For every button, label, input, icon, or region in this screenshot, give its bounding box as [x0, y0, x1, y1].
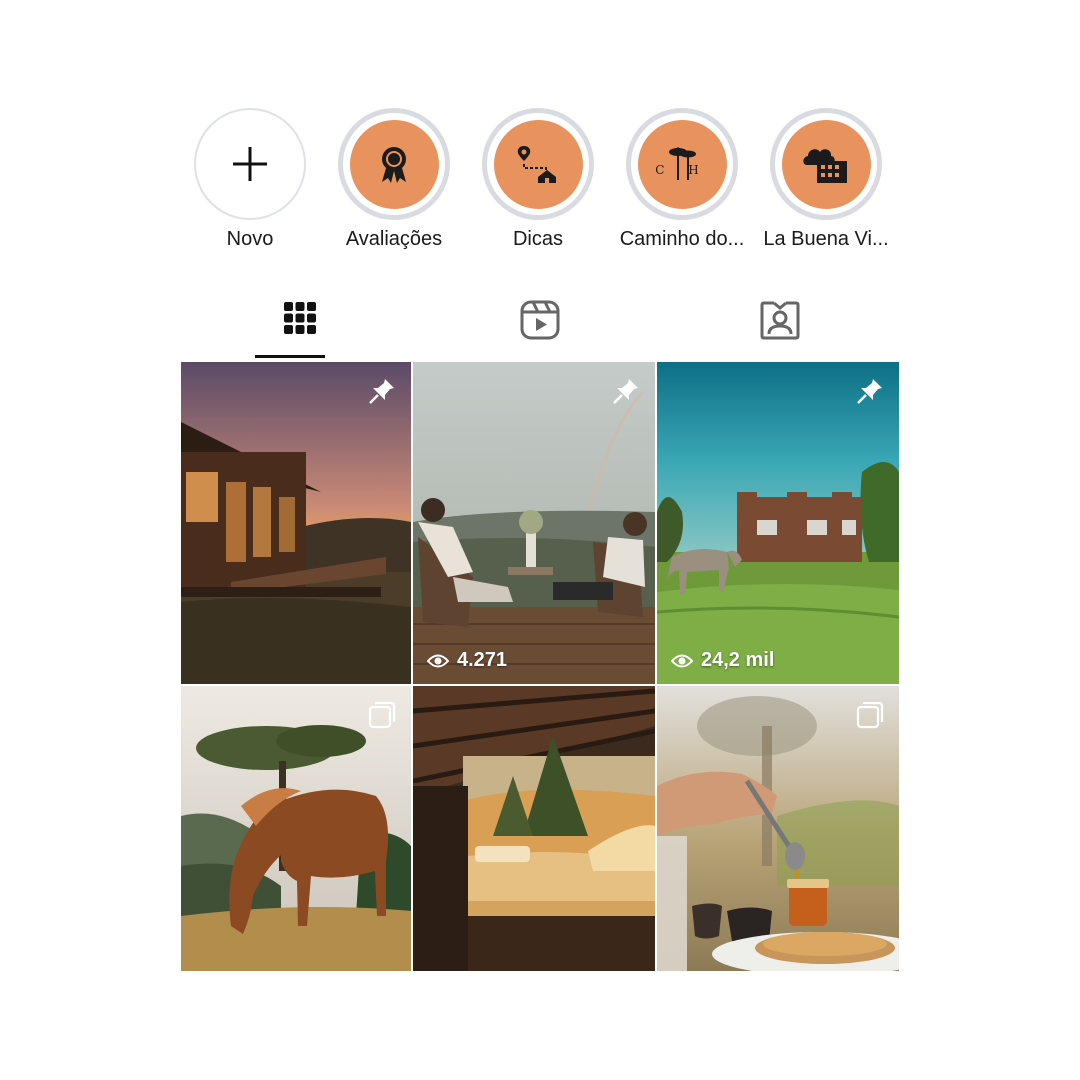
eye-icon [427, 654, 449, 667]
post-thumbnail-bed[interactable] [413, 686, 655, 971]
tab-reels[interactable] [420, 292, 660, 360]
post-thumbnail-couple-deck[interactable]: 4.271 [413, 362, 655, 684]
eye-icon [671, 654, 693, 667]
highlight-ring[interactable]: C H [626, 108, 738, 220]
post-thumbnail-brick-house[interactable]: 24,2 mil [657, 362, 899, 684]
highlight-label: Dicas [512, 228, 563, 250]
highlight-new[interactable]: Novo [180, 108, 320, 251]
highlight-caminho[interactable]: C H Caminho do... [612, 108, 752, 251]
highlight-ring[interactable] [770, 108, 882, 220]
post-image [657, 362, 899, 684]
tagged-person-icon [760, 301, 800, 340]
highlight-cover [781, 119, 871, 209]
post-thumbnail-horse[interactable] [181, 686, 411, 971]
pin-icon [613, 379, 638, 404]
view-count-label: 4.271 [457, 649, 508, 671]
post-image [413, 686, 655, 971]
post-image [181, 362, 411, 684]
highlight-ring[interactable] [482, 108, 594, 220]
new-highlight-ring[interactable] [194, 108, 306, 220]
cover-letters: C H [655, 163, 708, 177]
view-count-label: 24,2 mil [701, 649, 775, 671]
highlight-label: Caminho do... [619, 228, 745, 250]
route-pin-house-icon [517, 146, 556, 183]
highlight-label: Avaliações [345, 228, 443, 250]
active-tab-indicator [255, 355, 325, 358]
pin-icon [369, 379, 394, 404]
post-image [413, 362, 655, 684]
highlight-la-buena-vista[interactable]: La Buena Vi... [756, 108, 896, 251]
highlight-label: La Buena Vi... [763, 228, 889, 250]
post-thumbnail-cabin[interactable] [181, 362, 411, 684]
tab-posts[interactable] [180, 292, 420, 360]
tab-tagged[interactable] [660, 292, 900, 360]
cloud-building-icon [803, 149, 847, 183]
highlight-ring[interactable] [338, 108, 450, 220]
posts-grid: 4.271 24,2 mil [181, 362, 899, 971]
pin-icon [857, 379, 882, 404]
post-thumbnail-honey[interactable] [657, 686, 899, 971]
plus-icon [233, 147, 267, 181]
reels-icon [520, 300, 560, 340]
story-highlights: Novo Avaliações Dicas C H Caminho do... … [0, 0, 1080, 270]
highlight-cover [493, 119, 583, 209]
carousel-icon [856, 701, 884, 729]
highlight-label: Novo [226, 228, 274, 250]
profile-tabs [180, 292, 900, 360]
grid-icon [284, 302, 316, 334]
highlight-cover: C H [637, 119, 727, 209]
highlight-cover [349, 119, 439, 209]
pine-trees-cth-icon: C H [655, 147, 708, 180]
carousel-icon [368, 701, 396, 729]
award-badge-icon [382, 147, 406, 183]
highlight-avaliacoes[interactable]: Avaliações [324, 108, 464, 251]
highlight-dicas[interactable]: Dicas [468, 108, 608, 251]
view-count: 24,2 mil [671, 649, 774, 672]
view-count: 4.271 [427, 649, 507, 672]
